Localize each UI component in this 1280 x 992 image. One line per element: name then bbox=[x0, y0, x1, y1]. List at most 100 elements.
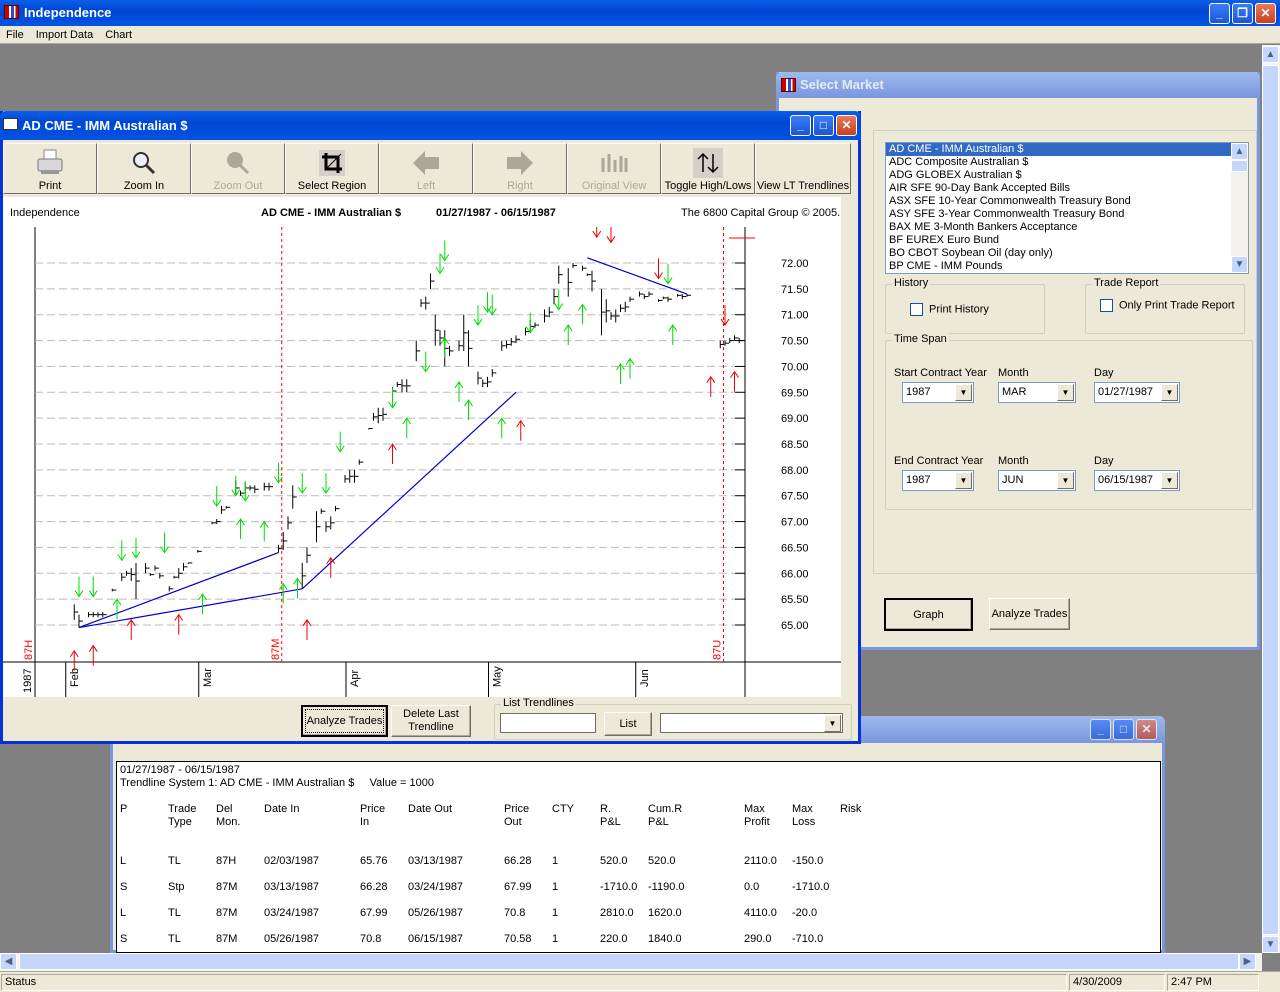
market-list-item[interactable]: AIR SFE 90-Day Bank Accepted Bills bbox=[886, 182, 1231, 195]
graph-button[interactable]: Graph bbox=[884, 598, 973, 631]
column-header: Mon. bbox=[216, 816, 241, 828]
contract-roll-label: 87M bbox=[270, 639, 282, 660]
toolbar-zoom-in-button[interactable]: Zoom In bbox=[97, 143, 191, 194]
toolbar-select-region-button[interactable]: Select Region bbox=[285, 143, 379, 194]
toolbar-print-button[interactable]: Print bbox=[3, 143, 97, 194]
end-month-value: JUN bbox=[1002, 474, 1024, 486]
trendline-input[interactable] bbox=[500, 713, 596, 733]
column-header: Cum.R bbox=[648, 803, 683, 815]
scroll-down-icon[interactable]: ▼ bbox=[1262, 936, 1279, 953]
toolbar-zoom-out-button[interactable]: Zoom Out bbox=[191, 143, 285, 194]
maximize-button[interactable]: □ bbox=[813, 115, 834, 136]
end-year-label: End Contract Year bbox=[894, 455, 984, 467]
menu-import-data[interactable]: Import Data bbox=[30, 26, 99, 44]
trendline-select[interactable]: ▼ bbox=[660, 713, 843, 733]
close-button[interactable]: ✕ bbox=[836, 115, 857, 136]
maximize-button[interactable]: □ bbox=[1113, 719, 1134, 740]
toolbar-view-lt-trendlines-button[interactable]: View LT Trendlines bbox=[755, 143, 851, 194]
market-list-scrollbar[interactable]: ▲ ▼ bbox=[1231, 143, 1248, 273]
column-header: Risk bbox=[840, 803, 862, 815]
column-header: Max bbox=[792, 803, 813, 815]
print-history-checkbox[interactable]: Print History bbox=[910, 303, 989, 316]
analyze-trades-button[interactable]: Analyze Trades bbox=[989, 598, 1070, 630]
y-tick-label: 66.50 bbox=[781, 542, 809, 554]
column-header: Profit bbox=[744, 816, 770, 828]
market-list-item[interactable]: AD CME - IMM Australian $ bbox=[886, 143, 1231, 156]
checkbox-box[interactable] bbox=[1100, 299, 1113, 312]
column-header: Out bbox=[504, 816, 522, 828]
chevron-down-icon[interactable]: ▼ bbox=[1161, 384, 1178, 401]
market-list-item[interactable]: BO CBOT Soybean Oil (day only) bbox=[886, 247, 1231, 260]
market-list-item[interactable]: ADC Composite Australian $ bbox=[886, 156, 1231, 169]
select-market-title: Select Market bbox=[800, 77, 884, 92]
y-tick-label: 67.00 bbox=[781, 517, 809, 529]
select-market-title-bar[interactable]: Select Market bbox=[776, 72, 1260, 98]
toolbar-label: Right bbox=[507, 180, 533, 192]
start-day-value: 01/27/1987 bbox=[1098, 386, 1154, 398]
delete-last-trendline-button[interactable]: Delete Last Trendline bbox=[391, 705, 471, 737]
list-button[interactable]: List bbox=[604, 712, 652, 736]
close-button[interactable]: ✕ bbox=[1255, 3, 1276, 24]
only-print-trade-report-checkbox[interactable]: Only Print Trade Report bbox=[1100, 299, 1235, 312]
list-scroll-up-icon[interactable]: ▲ bbox=[1231, 143, 1248, 160]
table-cell: 1 bbox=[552, 855, 559, 867]
up-down-arrows-icon bbox=[693, 148, 723, 178]
market-list-item[interactable]: ADG GLOBEX Australian $ bbox=[886, 169, 1231, 182]
chart-header-market: AD CME - IMM Australian $ bbox=[261, 207, 402, 219]
workspace-vertical-scrollbar[interactable]: ▲ ▼ bbox=[1262, 45, 1280, 953]
chevron-down-icon[interactable]: ▼ bbox=[1057, 472, 1074, 489]
list-scroll-thumb[interactable] bbox=[1231, 160, 1248, 172]
chevron-down-icon[interactable]: ▼ bbox=[955, 472, 972, 489]
menu-chart[interactable]: Chart bbox=[99, 26, 138, 44]
market-list[interactable]: AD CME - IMM Australian $ ADC Composite A… bbox=[885, 142, 1249, 274]
restore-button[interactable]: ❐ bbox=[1232, 3, 1253, 24]
crop-icon bbox=[317, 148, 347, 178]
end-month-label: Month bbox=[998, 455, 1029, 467]
market-list-item[interactable]: BF EUREX Euro Bund bbox=[886, 234, 1231, 247]
chevron-down-icon[interactable]: ▼ bbox=[955, 384, 972, 401]
end-day-select[interactable]: 06/15/1987 ▼ bbox=[1094, 470, 1180, 491]
toolbar-left-button[interactable]: Left bbox=[379, 143, 473, 194]
table-cell: 520.0 bbox=[600, 855, 628, 867]
table-cell: 4110.0 bbox=[744, 907, 777, 919]
start-day-select[interactable]: 01/27/1987 ▼ bbox=[1094, 382, 1180, 403]
chevron-down-icon[interactable]: ▼ bbox=[1161, 472, 1178, 489]
scroll-left-icon[interactable]: ◀ bbox=[0, 953, 17, 970]
scroll-up-icon[interactable]: ▲ bbox=[1262, 46, 1279, 63]
start-month-label: Month bbox=[998, 367, 1029, 379]
table-cell: 87M bbox=[216, 907, 238, 919]
toolbar-toggle-high-lows-button[interactable]: Toggle High/Lows bbox=[661, 143, 755, 194]
table-cell: 06/15/1987 bbox=[408, 933, 464, 945]
table-cell: 03/24/1987 bbox=[264, 907, 320, 919]
start-year-select[interactable]: 1987 ▼ bbox=[902, 382, 974, 403]
end-year-select[interactable]: 1987 ▼ bbox=[902, 470, 974, 491]
app-title-bar[interactable]: Independence _ ❐ ✕ bbox=[0, 0, 1280, 26]
market-list-item[interactable]: ASY SFE 3-Year Commonwealth Treasury Bon… bbox=[886, 208, 1231, 221]
chart-analyze-trades-button[interactable]: Analyze Trades bbox=[301, 705, 388, 737]
scroll-thumb-h[interactable] bbox=[19, 953, 1239, 970]
toolbar-original-view-button[interactable]: Original View bbox=[567, 143, 661, 194]
start-month-select[interactable]: MAR ▼ bbox=[998, 382, 1076, 403]
y-tick-label: 68.50 bbox=[781, 439, 809, 451]
menu-file[interactable]: File bbox=[0, 26, 30, 44]
minimize-button[interactable]: _ bbox=[1209, 3, 1230, 24]
chevron-down-icon[interactable]: ▼ bbox=[824, 715, 841, 732]
market-list-item[interactable]: BAX ME 3-Month Bankers Acceptance bbox=[886, 221, 1231, 234]
scroll-thumb[interactable] bbox=[1262, 65, 1279, 935]
list-scroll-down-icon[interactable]: ▼ bbox=[1231, 256, 1248, 273]
toolbar-label: Select Region bbox=[297, 180, 367, 192]
toolbar-right-button[interactable]: Right bbox=[473, 143, 567, 194]
chevron-down-icon[interactable]: ▼ bbox=[1057, 384, 1074, 401]
end-month-select[interactable]: JUN ▼ bbox=[998, 470, 1076, 491]
workspace-horizontal-scrollbar[interactable]: ◀ ▶ bbox=[0, 953, 1262, 971]
scroll-right-icon[interactable]: ▶ bbox=[1239, 953, 1256, 970]
table-cell: 1 bbox=[552, 933, 559, 945]
price-chart[interactable]: 72.00 71.50 71.00 70.50 70.00 69.50 69.00 68.50… bbox=[3, 227, 841, 697]
minimize-button[interactable]: _ bbox=[1090, 719, 1111, 740]
market-list-item[interactable]: ASX SFE 10-Year Commonwealth Treasury Bo… bbox=[886, 195, 1231, 208]
checkbox-box[interactable] bbox=[910, 303, 923, 316]
chart-window-title-bar[interactable]: AD CME - IMM Australian $ _ □ ✕ bbox=[0, 111, 861, 140]
close-button[interactable]: ✕ bbox=[1136, 719, 1157, 740]
minimize-button[interactable]: _ bbox=[790, 115, 811, 136]
market-list-item[interactable]: BP CME - IMM Pounds bbox=[886, 260, 1231, 273]
